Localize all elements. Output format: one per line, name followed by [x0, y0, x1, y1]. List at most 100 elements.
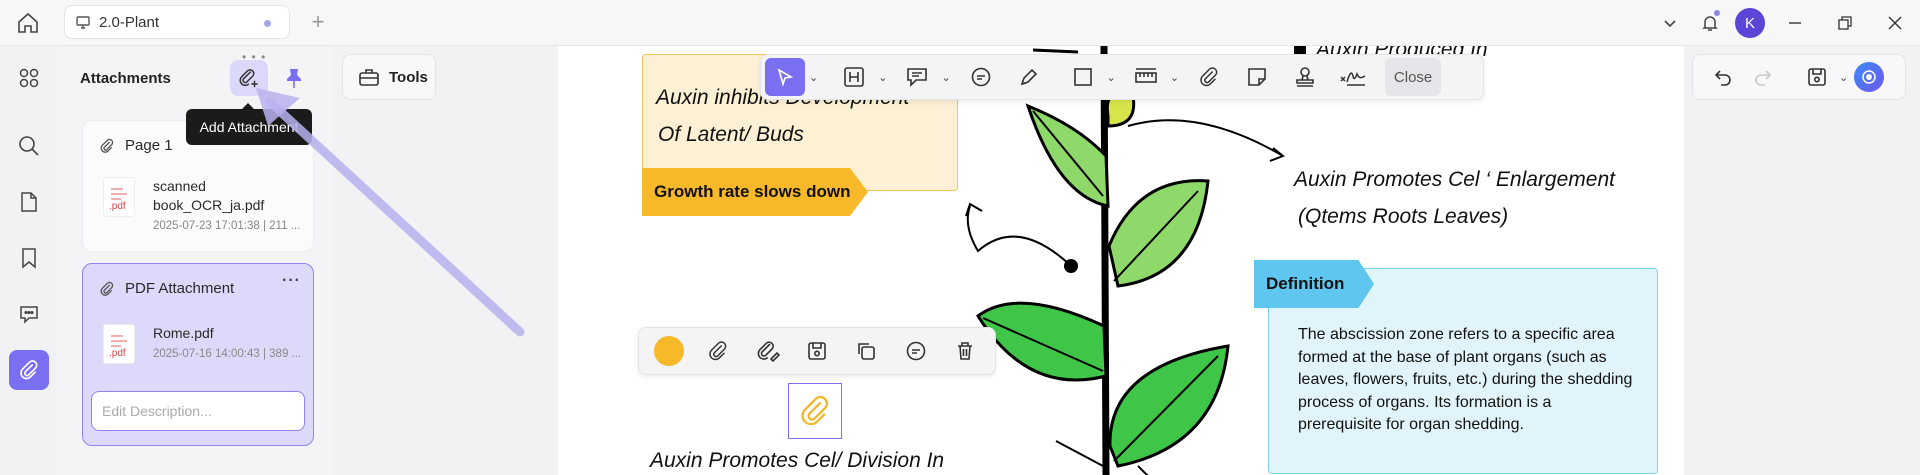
undo-icon	[1714, 70, 1731, 86]
home-icon	[18, 12, 38, 33]
save-attachment-button[interactable]	[797, 331, 836, 371]
measure-tool-button[interactable]	[1126, 58, 1166, 96]
add-attachment-icon	[239, 69, 258, 88]
file-extension: .pdf	[109, 201, 126, 212]
shape-tool-button[interactable]	[1063, 58, 1103, 96]
bookmark-icon	[22, 248, 36, 269]
attachment-card-selected[interactable]: PDF Attachment ··· .pdf Rome.pdf 2025-07…	[82, 263, 314, 446]
file-row[interactable]: .pdf scanned book_OCR_ja.pdf 2025-07-23 …	[103, 177, 303, 232]
paperclip-icon	[100, 138, 114, 153]
file-meta: 2025-07-23 17:01:38 | 211 ...	[153, 220, 301, 232]
file-meta: 2025-07-16 14:00:43 | 389 ...	[153, 348, 302, 360]
attach-file-tool-button[interactable]	[1189, 58, 1229, 96]
stamp-tool-button[interactable]	[1285, 58, 1325, 96]
pen-tool-button[interactable]	[1009, 58, 1049, 96]
growth-rate-tag[interactable]: Growth rate slows down	[642, 168, 868, 216]
annotation-text: Auxin Promotes Cel ‘ Enlargement	[1294, 168, 1615, 191]
tabs-dropdown-button[interactable]	[1650, 0, 1690, 46]
chevron-down-icon[interactable]: ⌄	[809, 71, 818, 84]
chevron-down-icon[interactable]: ⌄	[1170, 71, 1179, 84]
thumbnails-button[interactable]	[9, 58, 49, 98]
right-pane	[1684, 46, 1920, 475]
card-header: PDF Attachment	[99, 280, 234, 297]
speech-bubble-icon	[906, 341, 926, 361]
tab-title: 2.0-Plant	[99, 13, 160, 31]
color-picker-button[interactable]	[649, 331, 688, 371]
replace-attachment-button[interactable]	[748, 331, 787, 371]
home-button[interactable]	[12, 8, 44, 38]
attachment-action-toolbar	[638, 327, 996, 375]
definition-tag[interactable]: Definition	[1254, 260, 1374, 308]
chevron-down-icon[interactable]: ⌄	[1839, 71, 1848, 84]
comment-tool-button[interactable]	[961, 58, 1001, 96]
file-name: scanned book_OCR_ja.pdf	[153, 178, 265, 213]
comment-icon	[20, 306, 38, 324]
annotation-text: (Qtems Roots Leaves)	[1298, 205, 1509, 228]
bookmarks-button[interactable]	[9, 238, 49, 278]
comment-button[interactable]	[896, 331, 935, 371]
save-icon	[1808, 68, 1826, 86]
window-controls: K	[1650, 0, 1920, 46]
toolbox-icon	[359, 69, 379, 86]
add-attachment-tooltip: Add Attachment	[186, 103, 312, 145]
signature-icon	[1340, 71, 1366, 86]
title-bar: 2.0-Plant + K	[0, 0, 1920, 46]
sticky-note-icon	[1248, 68, 1266, 86]
paperclip-icon	[100, 281, 114, 296]
bell-icon	[1702, 16, 1718, 31]
add-attachment-button[interactable]	[230, 60, 268, 96]
delete-button[interactable]	[946, 331, 985, 371]
more-options-button[interactable]: ···	[282, 272, 301, 290]
close-window-button[interactable]	[1870, 0, 1920, 46]
card-label: Page 1	[125, 137, 173, 154]
undo-button[interactable]	[1703, 57, 1743, 97]
pin-panel-button[interactable]	[276, 60, 312, 96]
chevron-down-icon[interactable]: ⌄	[878, 71, 887, 84]
pin-icon	[287, 69, 301, 88]
notifications-button[interactable]	[1690, 0, 1730, 46]
callout-tool-button[interactable]	[897, 58, 937, 96]
search-button[interactable]	[9, 126, 49, 166]
restore-button[interactable]	[1820, 0, 1870, 46]
description-input[interactable]	[91, 391, 305, 431]
chevron-down-icon[interactable]: ⌄	[1107, 71, 1116, 84]
tools-label: Tools	[389, 68, 428, 86]
minimize-button[interactable]	[1770, 0, 1820, 46]
file-row[interactable]: .pdf Rome.pdf 2025-07-16 14:00:43 | 389 …	[103, 324, 303, 364]
paperclip-icon	[1200, 67, 1218, 87]
minimize-icon	[1789, 22, 1801, 24]
cursor-icon	[777, 68, 794, 87]
signature-tool-button[interactable]	[1333, 58, 1373, 96]
pages-button[interactable]	[9, 182, 49, 222]
color-swatch	[653, 336, 684, 366]
comments-button[interactable]	[9, 294, 49, 334]
close-icon	[1888, 16, 1902, 30]
grid-icon	[19, 68, 39, 88]
save-icon	[808, 342, 826, 360]
select-tool-button[interactable]	[765, 58, 805, 96]
ai-assistant-button[interactable]	[1854, 62, 1885, 92]
save-button[interactable]	[1797, 57, 1837, 97]
close-toolbar-button[interactable]: Close	[1385, 58, 1442, 96]
text-box-icon	[844, 67, 865, 87]
sticky-note-tool-button[interactable]	[1237, 58, 1277, 96]
change-icon-button[interactable]	[698, 331, 737, 371]
attachment-marker[interactable]	[788, 383, 842, 439]
chevron-down-icon	[1664, 20, 1676, 28]
left-sidebar-rail	[0, 46, 58, 475]
definition-text: The abscission zone refers to a specific…	[1298, 326, 1633, 434]
tools-button[interactable]: Tools	[342, 54, 436, 100]
redo-button[interactable]	[1743, 57, 1783, 97]
tag-label: Definition	[1266, 274, 1345, 293]
attachments-button[interactable]	[9, 350, 49, 390]
highlight-tool-button[interactable]	[834, 58, 874, 96]
chevron-down-icon[interactable]: ⌄	[941, 71, 950, 84]
pdf-file-icon: .pdf	[103, 324, 135, 364]
panel-title: Attachments	[80, 70, 171, 87]
account-button[interactable]: K	[1730, 0, 1770, 46]
pen-icon	[1020, 68, 1037, 86]
new-tab-button[interactable]: +	[306, 10, 330, 34]
copy-icon	[858, 343, 876, 360]
document-tab[interactable]: 2.0-Plant	[64, 5, 290, 39]
copy-button[interactable]	[847, 331, 886, 371]
